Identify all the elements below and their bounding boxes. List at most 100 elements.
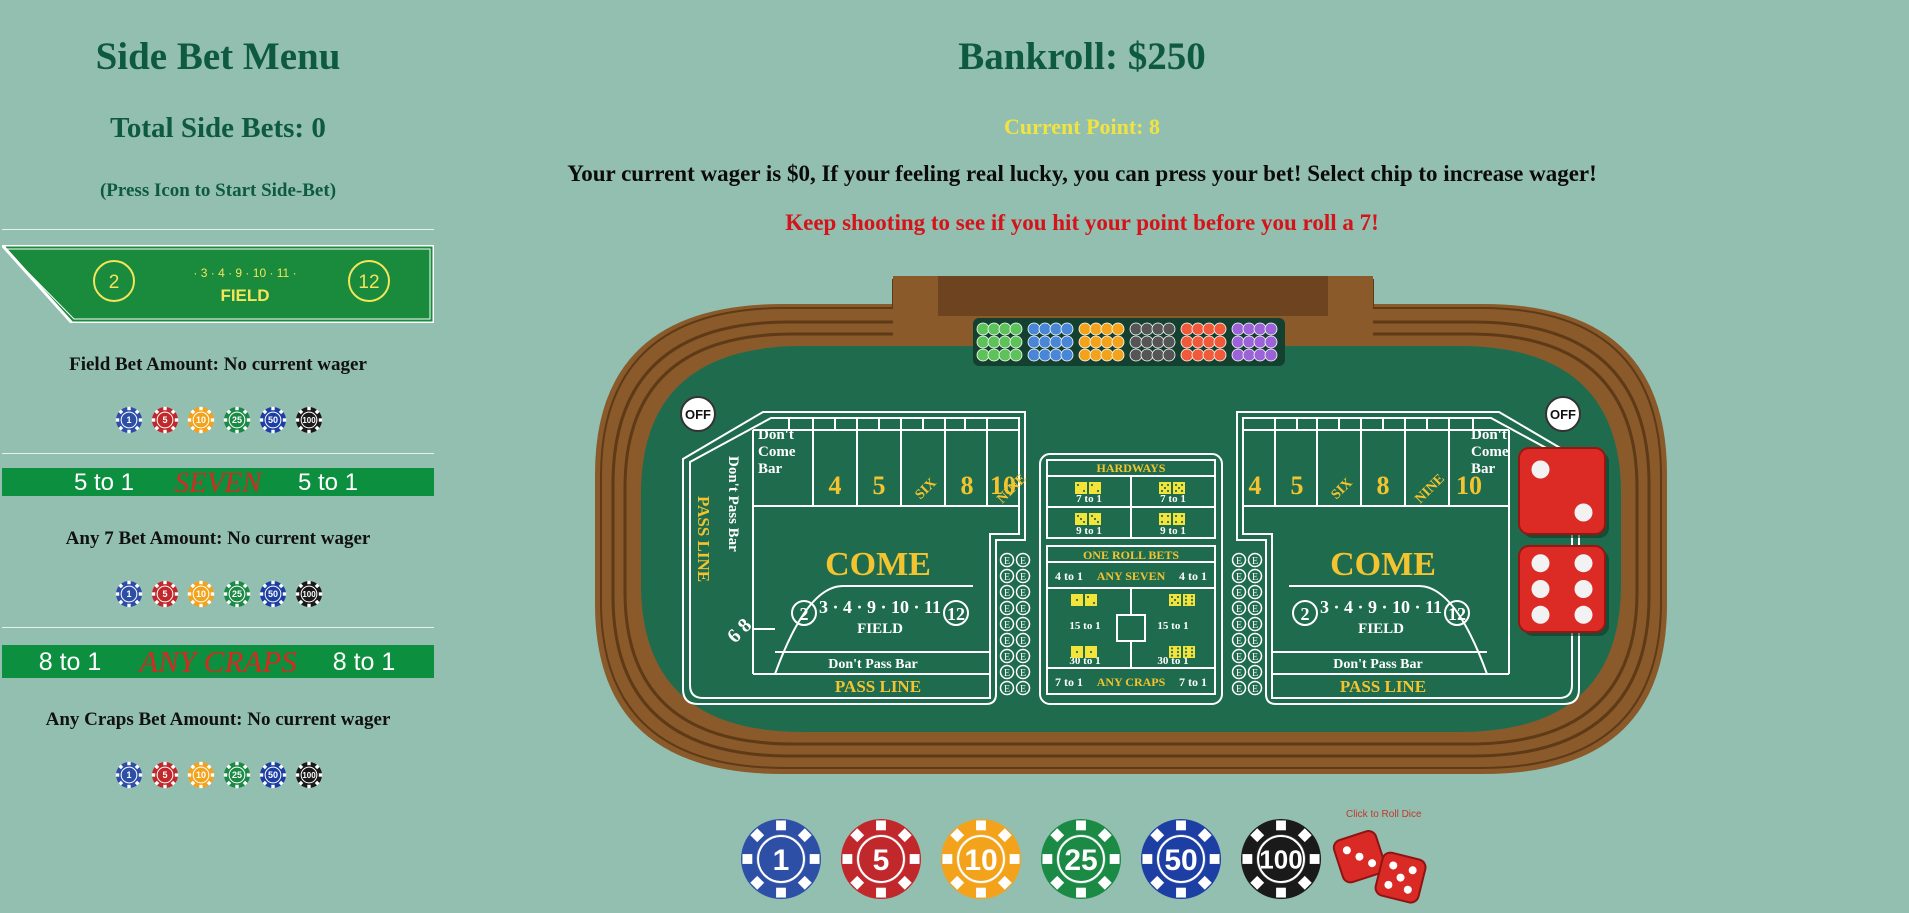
left-number-8[interactable]: 8 xyxy=(961,471,974,500)
side-bet-chip-10[interactable]: 10 xyxy=(187,406,215,434)
right-number-8[interactable]: 8 xyxy=(1377,471,1390,500)
left-number-5[interactable]: 5 xyxy=(873,471,886,500)
rack-chip xyxy=(1162,335,1176,349)
rack-chip xyxy=(1191,322,1205,336)
rack-chip xyxy=(1027,348,1041,362)
chip-5[interactable]: 5 xyxy=(840,818,922,900)
side-bet-chip-5[interactable]: 5 xyxy=(151,580,179,608)
status-message: Keep shooting to see if you hit your poi… xyxy=(785,210,1379,235)
side-bet-chip-10[interactable]: 10 xyxy=(187,580,215,608)
chip-10[interactable]: 10 xyxy=(940,818,1022,900)
side-bet-chip-5[interactable]: 5 xyxy=(151,406,179,434)
right-number-10[interactable]: 10 xyxy=(1456,471,1482,500)
rack-chip xyxy=(1162,348,1176,362)
current-point: Current Point: 8 xyxy=(1003,114,1161,139)
rack-chip xyxy=(1264,348,1278,362)
side-bet-chip-1[interactable]: 1 xyxy=(115,580,143,608)
svg-text:10: 10 xyxy=(196,589,206,599)
side-bet-chip-1[interactable]: 1 xyxy=(115,761,143,789)
left-number-4[interactable]: 4 xyxy=(829,471,842,500)
rack-chip xyxy=(987,335,1001,349)
bankroll: Bankroll: $250 xyxy=(958,35,1206,78)
svg-text:100: 100 xyxy=(302,771,316,780)
ce-bet-letter: E xyxy=(1004,636,1010,647)
svg-text:100: 100 xyxy=(1259,844,1302,874)
ce-bet-letter: E xyxy=(1252,588,1258,599)
field-bet-icon[interactable]: 2 12 · 3 · 4 · 9 · 10 · 11 · FIELD xyxy=(0,243,436,325)
rack-chip xyxy=(976,335,990,349)
prop-odds-2: 15 to 1 xyxy=(1157,620,1188,632)
side-bet-chip-25[interactable]: 25 xyxy=(223,761,251,789)
any-seven-bet-amount: Any 7 Bet Amount: No current wager xyxy=(65,528,371,549)
side-bet-chip-5[interactable]: 5 xyxy=(151,761,179,789)
rack-chip xyxy=(1089,322,1103,336)
chip-100[interactable]: 100 xyxy=(1240,818,1322,900)
right-number-4[interactable]: 4 xyxy=(1249,471,1262,500)
prop-die-icon xyxy=(1089,482,1101,494)
ce-bet-letter: E xyxy=(1236,620,1242,631)
rack-chip xyxy=(1027,322,1041,336)
left-number-10[interactable]: 10 xyxy=(990,471,1016,500)
rack-chip xyxy=(1111,348,1125,362)
svg-text:1: 1 xyxy=(773,844,790,877)
side-bet-chip-50[interactable]: 50 xyxy=(259,761,287,789)
rack-chip xyxy=(1038,335,1052,349)
side-bet-chip-100[interactable]: 100 xyxy=(295,580,323,608)
rack-chip xyxy=(1231,348,1245,362)
side-bet-chip-1[interactable]: 1 xyxy=(115,406,143,434)
rack-chip xyxy=(1253,335,1267,349)
chip-50[interactable]: 50 xyxy=(1140,818,1222,900)
side-bet-chip-50[interactable]: 50 xyxy=(259,580,287,608)
rack-chip xyxy=(976,322,990,336)
chip-25[interactable]: 25 xyxy=(1040,818,1122,900)
right-number-5[interactable]: 5 xyxy=(1291,471,1304,500)
svg-text:25: 25 xyxy=(1064,844,1097,877)
pass-line-left: PASS LINE xyxy=(835,677,921,696)
side-bet-chip-25[interactable]: 25 xyxy=(223,406,251,434)
divider xyxy=(2,453,434,454)
roll-dice-button[interactable] xyxy=(1330,824,1434,908)
rack-chip xyxy=(998,335,1012,349)
side-bet-chip-100[interactable]: 100 xyxy=(295,761,323,789)
svg-text:5: 5 xyxy=(873,844,890,877)
one-roll-label: ONE ROLL BETS xyxy=(1083,548,1179,562)
dont-come-bar-right-1: Don't xyxy=(1471,427,1507,443)
wager-message: Your current wager is $0, If your feelin… xyxy=(567,161,1597,186)
rack-chip xyxy=(1253,348,1267,362)
ce-bet-letter: E xyxy=(1252,636,1258,647)
svg-text:50: 50 xyxy=(1164,844,1197,877)
off-puck-left: OFF xyxy=(685,407,711,422)
rack-chip xyxy=(1140,335,1154,349)
field-banner-left: 2 xyxy=(109,272,120,293)
ce-bet-letter: E xyxy=(1004,588,1010,599)
dont-pass-bar-right: Don't Pass Bar xyxy=(1333,657,1422,672)
any-seven-bet-icon[interactable]: 5 to 1 SEVEN 5 to 1 xyxy=(2,467,434,499)
side-bet-chip-25[interactable]: 25 xyxy=(223,580,251,608)
rack-chip xyxy=(1202,322,1216,336)
svg-text:100: 100 xyxy=(302,416,316,425)
any-craps-bet-icon[interactable]: 8 to 1 ANY CRAPS 8 to 1 xyxy=(2,644,434,679)
rack-chip xyxy=(1089,348,1103,362)
total-side-bets: Total Side Bets: 0 xyxy=(110,112,326,144)
dont-come-bar-right-2: Come xyxy=(1471,444,1509,460)
field-banner-right: 12 xyxy=(358,272,379,293)
svg-text:5: 5 xyxy=(162,589,167,599)
rack-chip xyxy=(1060,322,1074,336)
rack-chip xyxy=(1213,335,1227,349)
side-bet-chip-100[interactable]: 100 xyxy=(295,406,323,434)
rack-chip xyxy=(1151,335,1165,349)
side-bet-chip-50[interactable]: 50 xyxy=(259,406,287,434)
ce-bet-letter: E xyxy=(1020,684,1026,695)
ce-bet-letter: E xyxy=(1020,668,1026,679)
ce-bet-letter: E xyxy=(1004,668,1010,679)
rack-chip xyxy=(1202,348,1216,362)
side-bet-chip-10[interactable]: 10 xyxy=(187,761,215,789)
chip-1[interactable]: 1 xyxy=(740,818,822,900)
hardway-odds-1: 7 to 1 xyxy=(1076,493,1102,505)
field-label-left: FIELD xyxy=(857,621,903,637)
rack-chip xyxy=(1242,348,1256,362)
craps-banner-right: 8 to 1 xyxy=(333,648,396,676)
rack-chip xyxy=(1162,322,1176,336)
rack-chip xyxy=(1180,348,1194,362)
rack-chip xyxy=(1049,335,1063,349)
